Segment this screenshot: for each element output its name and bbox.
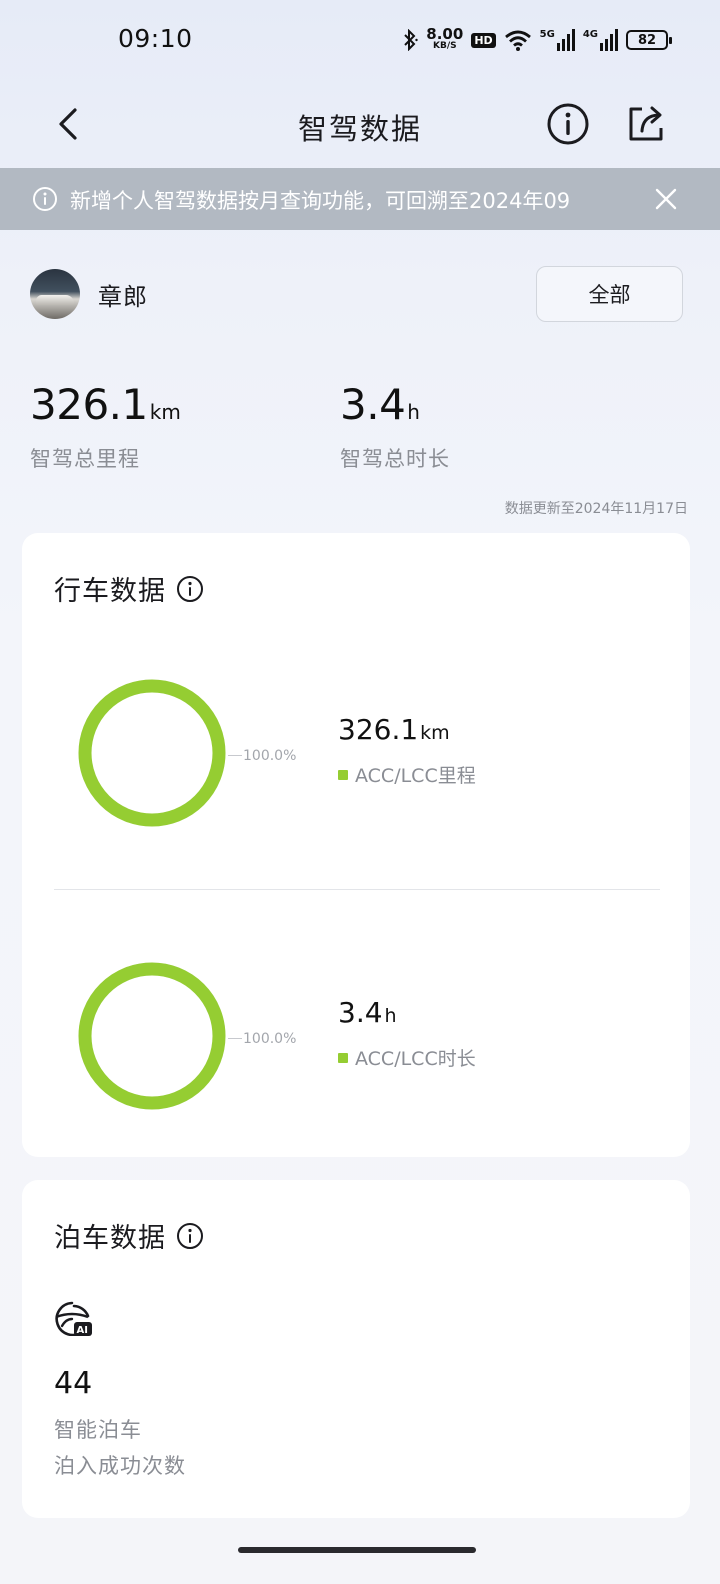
status-time: 09:10	[118, 24, 193, 53]
duration-value: 3.4 h	[338, 996, 397, 1029]
total-distance-unit: km	[149, 400, 181, 424]
ring-leader-line	[228, 1038, 242, 1039]
notice-banner: 新增个人智驾数据按月查询功能，可回溯至2024年09	[0, 168, 720, 230]
network-speed: 8.00 KB/S	[426, 25, 464, 52]
bluetooth-icon	[404, 29, 418, 51]
avatar[interactable]	[30, 269, 80, 319]
page-title: 智驾数据	[297, 112, 422, 146]
hd-badge: HD	[471, 32, 496, 48]
divider	[54, 889, 660, 890]
profile: 章郎	[30, 268, 148, 320]
signal-4g: 4G	[583, 29, 618, 51]
distance-ring-block: 100.0% 326.1 km ACC/LCC里程	[22, 673, 690, 843]
duration-percent: 100.0%	[243, 1031, 297, 1047]
info-circle-icon[interactable]	[176, 575, 204, 603]
total-distance-stat: 326.1 km 智驾总里程	[30, 380, 181, 473]
duration-donut-chart	[78, 962, 226, 1110]
notice-text: 新增个人智驾数据按月查询功能，可回溯至2024年09	[70, 189, 571, 213]
legend-dot	[338, 1052, 348, 1063]
nav-bar: 智驾数据	[0, 90, 720, 160]
signal-bars-icon	[556, 29, 575, 51]
battery-icon: 82	[626, 30, 672, 50]
close-icon[interactable]	[652, 185, 680, 213]
svg-text:AI: AI	[77, 1325, 88, 1336]
total-distance-value: 326.1	[30, 380, 148, 429]
signal-bars-icon	[600, 29, 618, 51]
duration-ring-arc	[78, 962, 226, 1110]
legend-dot	[338, 769, 348, 780]
parking-sublabel: 泊入成功次数	[54, 1454, 186, 1478]
home-indicator[interactable]	[238, 1547, 476, 1553]
parking-card-header: 泊车数据	[54, 1216, 204, 1255]
parking-data-card: 泊车数据 AI 44 智能泊车 泊入成功次数	[22, 1180, 690, 1518]
info-circle-icon	[33, 187, 57, 211]
ai-parking-icon: AI	[55, 1301, 92, 1336]
period-filter-button[interactable]: 全部	[536, 266, 683, 322]
duration-ring-block: 100.0% 3.4 h ACC/LCC时长	[22, 956, 690, 1126]
parking-success-count: 44	[54, 1366, 93, 1401]
parking-label: 智能泊车	[54, 1418, 142, 1442]
drive-data-card: 行车数据 100.0% 326.1 km ACC/LCC里程 100.0% 3.4…	[22, 533, 690, 1157]
status-bar: 09:10 8.00 KB/S HD 5G 4G 82	[0, 0, 720, 80]
distance-percent: 100.0%	[243, 748, 297, 764]
drive-card-title: 行车数据	[54, 576, 166, 607]
total-duration-stat: 3.4 h 智驾总时长	[340, 380, 450, 473]
update-timestamp: 数据更新至2024年11月17日	[504, 501, 688, 517]
total-distance-label: 智驾总里程	[30, 447, 140, 471]
status-icons: 8.00 KB/S HD 5G 4G 82	[402, 24, 672, 56]
parking-card-title: 泊车数据	[54, 1223, 166, 1254]
distance-value: 326.1 km	[338, 713, 450, 746]
profile-name: 章郎	[98, 282, 148, 311]
total-duration-label: 智驾总时长	[340, 447, 450, 471]
info-circle-icon[interactable]	[546, 102, 590, 146]
total-duration-value: 3.4	[340, 380, 406, 429]
signal-5g: 5G	[540, 29, 575, 51]
distance-ring-arc	[78, 679, 226, 827]
ring-leader-line	[228, 755, 242, 756]
drive-card-header: 行车数据	[54, 569, 204, 608]
duration-legend: ACC/LCC时长	[338, 1044, 476, 1071]
total-duration-unit: h	[407, 400, 420, 424]
distance-donut-chart	[78, 679, 226, 827]
wifi-icon	[504, 30, 531, 51]
share-icon[interactable]	[624, 102, 668, 146]
info-circle-icon[interactable]	[176, 1222, 204, 1250]
distance-legend: ACC/LCC里程	[338, 761, 476, 788]
